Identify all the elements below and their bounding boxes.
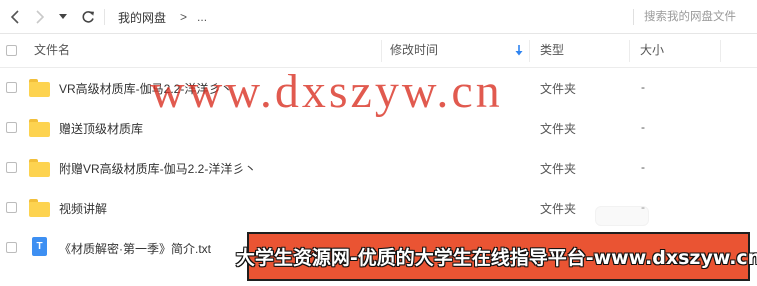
row-checkbox[interactable] — [6, 122, 17, 133]
folder-icon — [29, 159, 51, 177]
refresh-button[interactable] — [78, 7, 98, 27]
nav-divider — [104, 9, 105, 25]
row-checkbox[interactable] — [6, 202, 17, 213]
row-checkbox[interactable] — [6, 162, 17, 173]
file-size: - — [641, 80, 645, 94]
column-header-row: 文件名 修改时间 类型 大小 — [0, 34, 757, 68]
column-divider — [720, 40, 721, 62]
chevron-left-icon — [10, 10, 19, 24]
file-type: 文件夹 — [540, 162, 577, 176]
column-divider — [529, 40, 530, 62]
forward-button[interactable] — [30, 7, 50, 27]
file-size: - — [641, 160, 645, 174]
folder-icon — [29, 199, 51, 217]
file-name[interactable]: 视频讲解 — [59, 200, 107, 217]
column-divider — [629, 40, 630, 62]
row-checkbox[interactable] — [6, 82, 17, 93]
breadcrumb-more[interactable]: ... — [197, 10, 207, 24]
watermark-banner-text: 大学生资源网-优质的大学生在线指导平台-www.dxszyw.cn — [235, 247, 757, 269]
row-checkbox[interactable] — [6, 242, 17, 253]
breadcrumb: 我的网盘 > ... — [118, 9, 207, 25]
column-header-size[interactable]: 大小 — [640, 34, 664, 67]
select-all-checkbox[interactable] — [6, 45, 17, 56]
file-name[interactable]: 附赠VR高级材质库-伽马2.2-洋洋彡丶 — [59, 160, 256, 177]
caret-down-icon — [59, 14, 67, 19]
watermark-banner: 大学生资源网-优质的大学生在线指导平台-www.dxszyw.cn — [236, 232, 757, 281]
file-row[interactable]: 附赠VR高级材质库-伽马2.2-洋洋彡丶 文件夹 - — [0, 148, 757, 188]
sort-descending-icon[interactable] — [515, 45, 523, 56]
file-type: 文件夹 — [540, 122, 577, 136]
file-name[interactable]: 赠送顶级材质库 — [59, 120, 143, 137]
column-divider — [381, 40, 382, 62]
breadcrumb-root-link[interactable]: 我的网盘 — [118, 9, 166, 26]
faint-watermark-box — [595, 206, 649, 226]
search-divider — [633, 9, 634, 25]
folder-icon — [29, 79, 51, 97]
back-button[interactable] — [5, 7, 25, 27]
chevron-right-icon — [36, 10, 45, 24]
refresh-icon — [82, 11, 94, 23]
file-size: - — [641, 120, 645, 134]
search-input[interactable] — [642, 7, 757, 27]
watermark-url: www.dxszyw.cn — [150, 65, 503, 118]
history-dropdown-button[interactable] — [56, 7, 70, 27]
column-header-name[interactable]: 文件名 — [34, 34, 70, 67]
column-header-type[interactable]: 类型 — [540, 34, 564, 67]
txt-file-icon: T — [32, 237, 47, 256]
folder-icon — [29, 119, 51, 137]
column-header-mtime[interactable]: 修改时间 — [390, 34, 438, 67]
breadcrumb-separator: > — [180, 10, 188, 24]
file-type: 文件夹 — [540, 82, 577, 96]
file-name[interactable]: 《材质解密·第一季》简介.txt — [59, 240, 211, 257]
navigation-bar: 我的网盘 > ... — [0, 0, 757, 34]
file-type: 文件夹 — [540, 202, 577, 216]
